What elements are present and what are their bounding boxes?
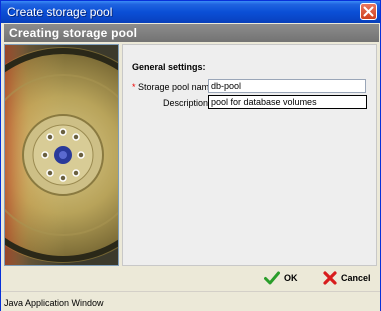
close-icon [363, 6, 374, 17]
close-button[interactable] [360, 3, 377, 20]
pool-name-field[interactable]: db-pool [208, 79, 366, 93]
wizard-header: Creating storage pool [4, 24, 379, 42]
hard-disk-image [4, 44, 119, 266]
pool-name-label-text: Storage pool name: [138, 82, 217, 92]
required-mark: * [132, 82, 136, 92]
status-bar: Java Application Window [1, 291, 380, 311]
settings-panel [122, 44, 377, 266]
description-label: Description: [163, 98, 211, 108]
hard-disk-icon [5, 45, 118, 265]
cancel-label: Cancel [341, 273, 371, 283]
pool-name-label: * Storage pool name: [132, 82, 217, 92]
title-bar[interactable]: Create storage pool [1, 1, 380, 23]
description-field[interactable]: pool for database volumes [208, 95, 367, 109]
header-title: Creating storage pool [9, 26, 138, 40]
section-title: General settings: [132, 62, 206, 72]
dialog-window: Create storage pool Creating storage poo… [0, 0, 381, 311]
checkmark-icon [264, 271, 280, 285]
ok-button[interactable]: OK [264, 268, 298, 288]
status-text: Java Application Window [4, 298, 104, 308]
cancel-button[interactable]: Cancel [323, 268, 371, 288]
ok-label: OK [284, 273, 298, 283]
window-title: Create storage pool [7, 5, 113, 19]
cancel-x-icon [323, 271, 337, 285]
